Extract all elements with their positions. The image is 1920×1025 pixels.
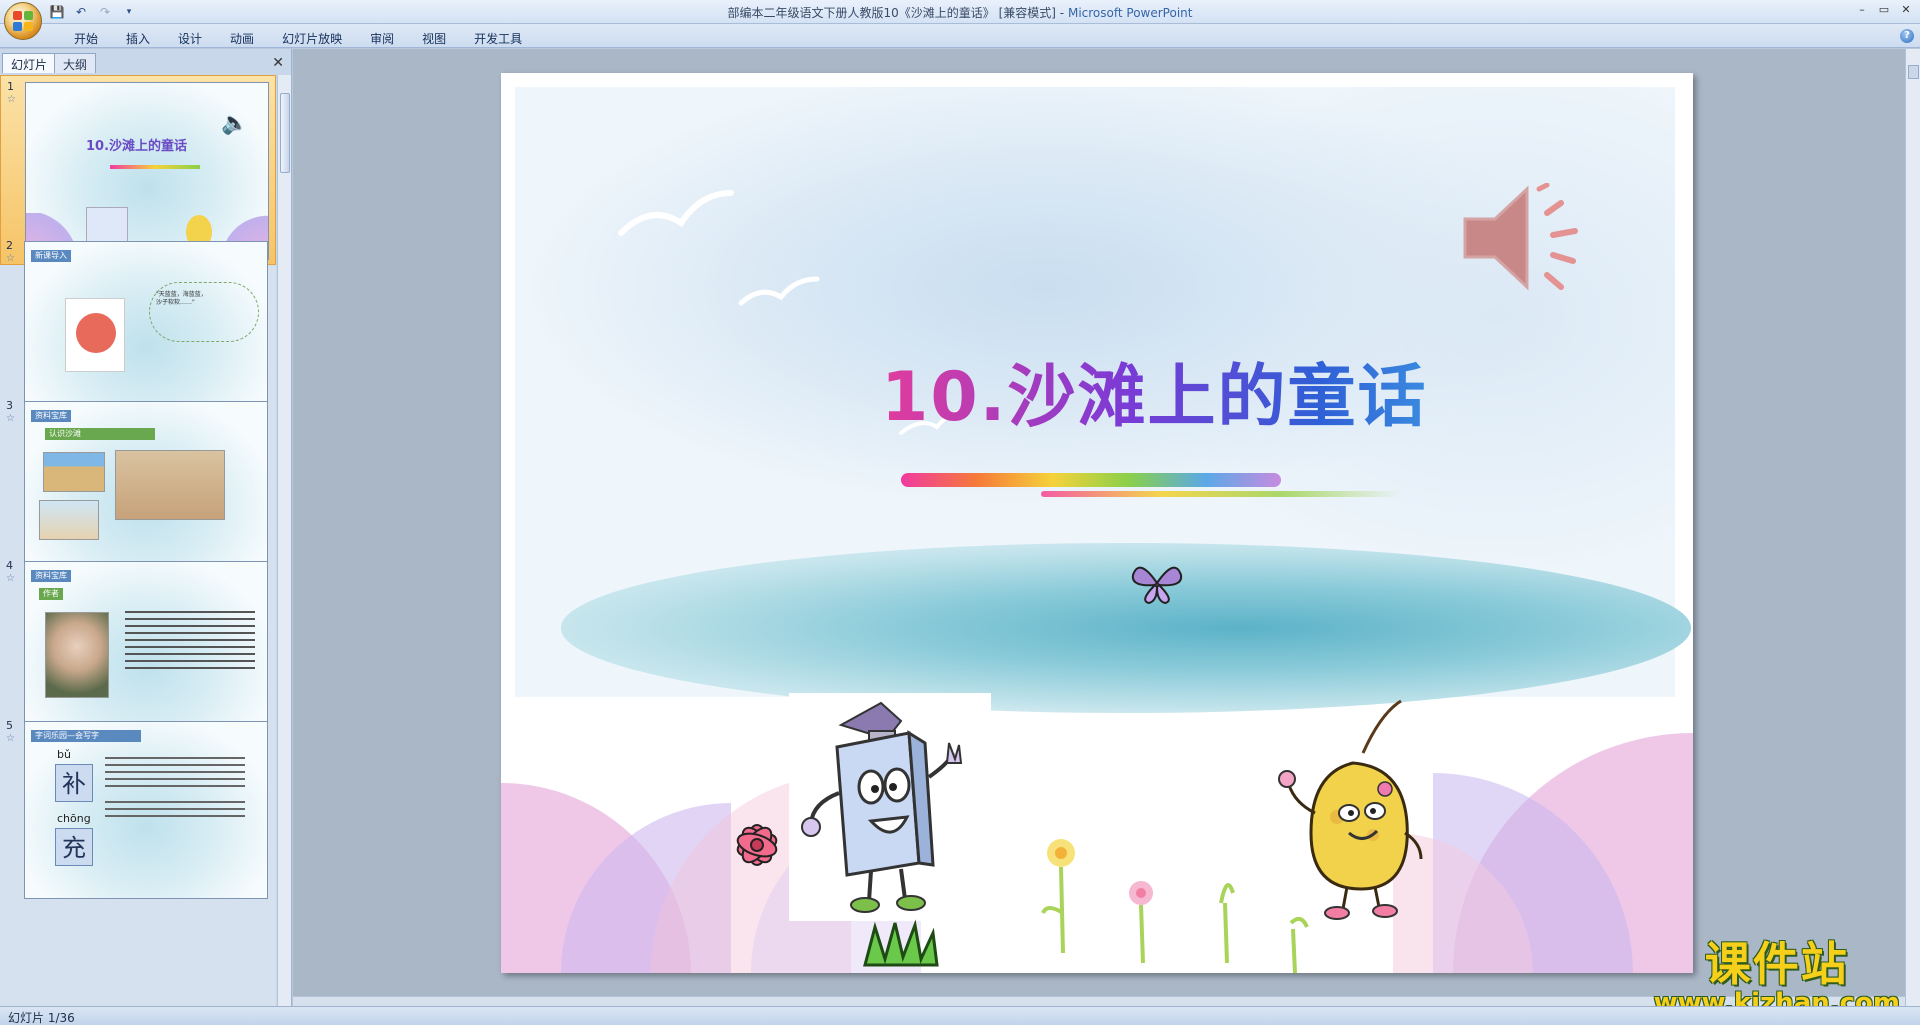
thumbnail-preview: 字词乐园—会写字 bǔ 补 chōng 充 [24,721,268,899]
title-bar: 💾 ↶ ↷ ▾ 部编本二年级语文下册人教版10《沙滩上的童话》 [兼容模式] -… [0,0,1920,40]
tab-design[interactable]: 设计 [164,28,216,49]
thumbnail-body-lines [105,752,245,822]
status-bar: 幻灯片 1/36 [0,1006,1920,1025]
animation-star-icon: ☆ [6,413,15,424]
help-icon[interactable]: ? [1900,29,1914,43]
minimize-button[interactable]: – [1852,2,1872,18]
app-name: Microsoft PowerPoint [1067,6,1193,20]
children-beach-photo [39,500,99,540]
pane-tabs: 幻灯片 大纲 ✕ [0,53,292,73]
rainbow-underline-secondary [1041,491,1401,497]
scrollbar-thumb[interactable] [1908,65,1919,79]
pear-character-icon[interactable] [1271,693,1431,923]
book-character-frame[interactable] [789,693,991,921]
ribbon: 开始 插入 设计 动画 幻灯片放映 审阅 视图 开发工具 ? [0,24,1920,48]
thumbnail-heading: 资料宝库 [31,570,71,582]
thumbnail-preview: 资料宝库 作者 [24,561,268,739]
thumbnail-scrollbar[interactable] [277,75,291,1006]
animation-star-icon: ☆ [6,253,15,264]
tab-home[interactable]: 开始 [60,28,112,49]
butterfly-icon [1131,566,1183,605]
animation-star-icon: ☆ [6,733,15,744]
close-pane-icon[interactable]: ✕ [272,55,284,71]
tab-outline[interactable]: 大纲 [54,53,97,73]
watermark: 课件站 www.kjzhan.com [1654,928,1900,1018]
slide-editor: 10.沙滩上的童话 [293,49,1905,1006]
tab-slideshow[interactable]: 幻灯片放映 [268,28,356,49]
tab-review[interactable]: 审阅 [356,28,408,49]
character-box: 充 [55,828,93,866]
thumbnail-heading: 新课导入 [31,250,71,262]
thumbnail-preview: 新课导入 "天蓝蓝，海蓝蓝， 沙子软软……" [24,241,268,419]
thumbnail-underline [110,165,200,169]
slides-pane: 幻灯片 大纲 ✕ 1 ☆ 10.沙滩上的童话 🔈 2 ☆ 新课导入 "天蓝蓝，海… [0,49,292,1006]
office-logo-icon [13,11,33,31]
window-controls: – ▭ ✕ [1852,2,1916,18]
ribbon-tabs: 开始 插入 设计 动画 幻灯片放映 审阅 视图 开发工具 [60,28,536,49]
author-photo [45,612,109,698]
children-sand-photo [115,450,225,520]
thumbnail-list: 1 ☆ 10.沙滩上的童话 🔈 2 ☆ 新课导入 "天蓝蓝，海蓝蓝， 沙子软软…… [0,75,276,1006]
animation-star-icon: ☆ [6,573,15,584]
slide-number: 5 [6,719,13,732]
slide-title[interactable]: 10.沙滩上的童话 [881,341,1427,440]
document-title: 部编本二年级语文下册人教版10《沙滩上的童话》 [兼容模式] - [727,6,1065,20]
thumbnail-body-text: "天蓝蓝，海蓝蓝， 沙子软软……" [149,282,259,342]
slide-indicator: 幻灯片 1/36 [8,1011,75,1025]
slide-thumbnail-5[interactable]: 5 ☆ 字词乐园—会写字 bǔ 补 chōng 充 [0,715,276,905]
window-title: 部编本二年级语文下册人教版10《沙滩上的童话》 [兼容模式] - Microso… [0,4,1920,21]
tab-animations[interactable]: 动画 [216,28,268,49]
slide-number: 1 [7,80,14,93]
thumbnail-subheading: 作者 [39,588,63,600]
scrollbar-thumb[interactable] [280,93,290,173]
character-box: 补 [55,764,93,802]
thumbnail-heading: 资料宝库 [31,410,71,422]
restore-button[interactable]: ▭ [1874,2,1894,18]
tab-insert[interactable]: 插入 [112,28,164,49]
thumbnail-heading: 字词乐园—会写字 [31,730,141,742]
speaker-icon: 🔈 [221,111,249,136]
tab-slides[interactable]: 幻灯片 [2,53,57,73]
thumbnail-subheading: 认识沙滩 [45,428,155,440]
thumbnail-body-lines [125,606,255,674]
tab-developer[interactable]: 开发工具 [460,28,536,49]
thumbnail-preview: 资料宝库 认识沙滩 [24,401,268,579]
office-button[interactable] [4,2,42,40]
pinyin-label: chōng [57,812,91,825]
slide-number: 3 [6,399,13,412]
grass-icon [863,919,939,967]
pinyin-label: bǔ [57,748,71,761]
slide-number: 2 [6,239,13,252]
beach-photo [43,452,105,492]
fan-decoration-right [1393,733,1693,973]
thumbnail-preview: 10.沙滩上的童话 🔈 [25,82,269,260]
current-slide[interactable]: 10.沙滩上的童话 [501,73,1693,973]
slide-number: 4 [6,559,13,572]
rainbow-underline [901,473,1281,487]
flower-icon [736,824,778,866]
book-character-icon [801,701,963,913]
speaker-icon[interactable] [1461,183,1601,293]
sea-wash [561,543,1691,713]
tab-view[interactable]: 视图 [408,28,460,49]
close-button[interactable]: ✕ [1896,2,1916,18]
watermark-cn: 课件站 [1704,937,1849,991]
apple-character-image [65,298,125,372]
animation-star-icon: ☆ [7,94,16,105]
thumbnail-title: 10.沙滩上的童话 [86,139,188,154]
slide-scrollbar[interactable] [1905,49,1920,1006]
